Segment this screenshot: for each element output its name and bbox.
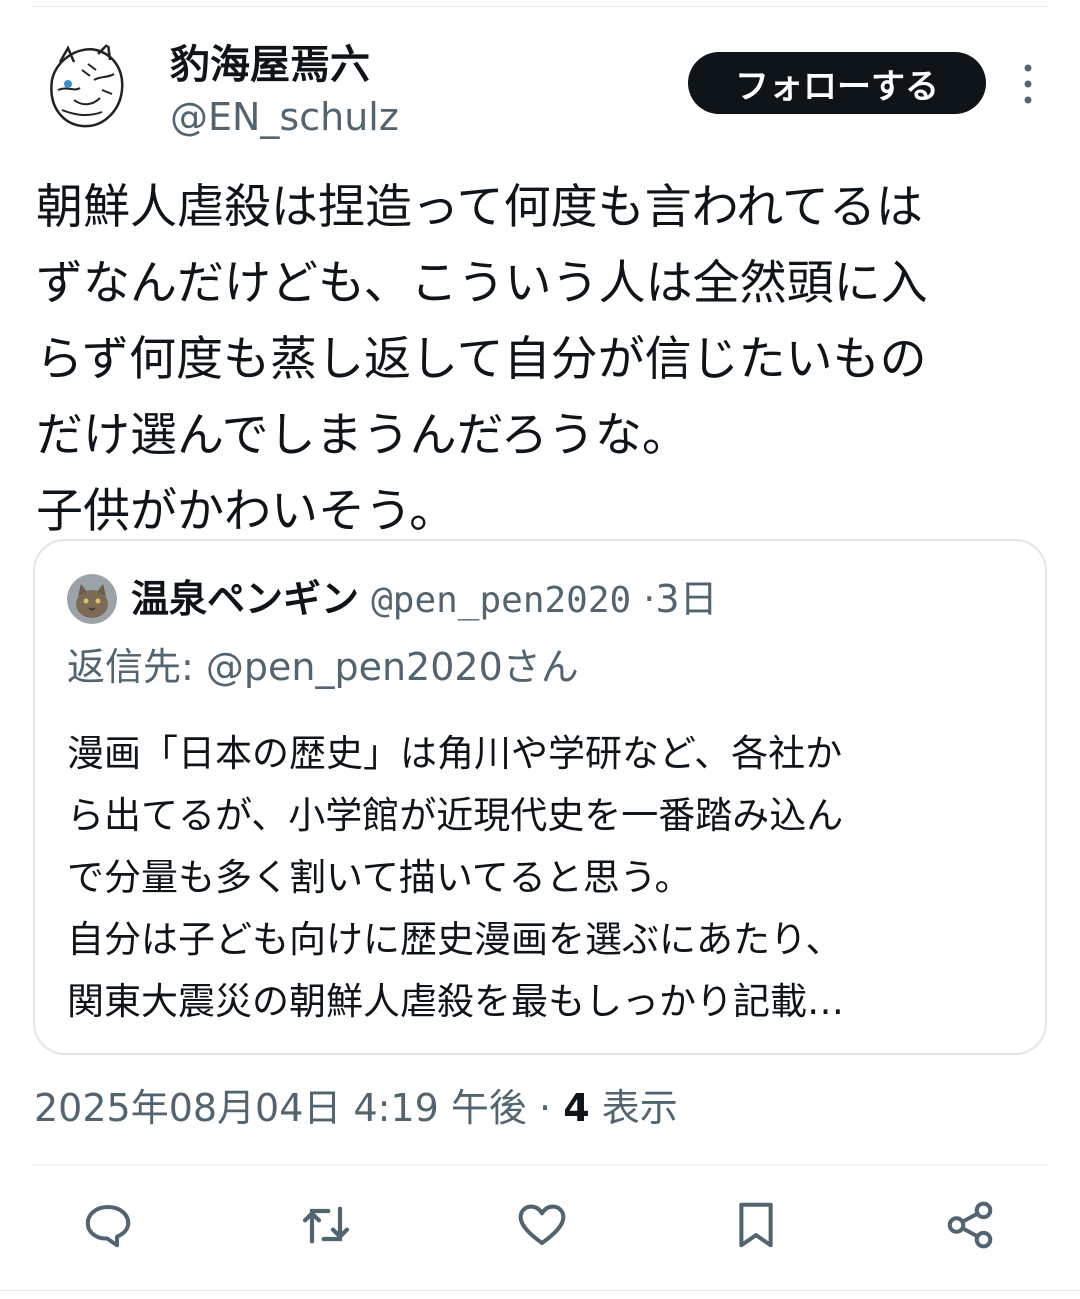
- quoted-tweet-time[interactable]: 3日: [655, 577, 717, 621]
- quoted-author-avatar[interactable]: [67, 574, 117, 624]
- view-count: 4: [563, 1086, 590, 1130]
- bookmark-button[interactable]: [726, 1195, 786, 1255]
- reply-button[interactable]: [78, 1195, 138, 1255]
- more-options-button[interactable]: [1012, 60, 1044, 108]
- quoted-author-handle[interactable]: @pen_pen2020: [371, 580, 631, 621]
- speech-bubble-icon: [85, 1204, 131, 1248]
- meta-separator: ·: [539, 1086, 552, 1130]
- author-avatar[interactable]: [38, 40, 134, 136]
- quoted-tweet-header: 温泉ペンギン @pen_pen2020 ·3日: [131, 571, 718, 629]
- bookmark-icon: [739, 1202, 773, 1248]
- action-bar: [0, 1195, 1080, 1265]
- retweet-icon: [302, 1206, 350, 1244]
- like-button[interactable]: [512, 1195, 572, 1255]
- reply-to-label: 返信先: @pen_pen2020さん: [67, 645, 579, 689]
- header-separator: ·: [643, 577, 656, 621]
- quoted-tweet-text: 漫画「日本の歴史」は角川や学研など、各社か ら出てるが、小学館が近現代史を一番踏…: [67, 732, 844, 1023]
- follow-button[interactable]: フォローする: [688, 52, 986, 114]
- heart-icon: [518, 1204, 566, 1246]
- author-handle[interactable]: @EN_schulz: [170, 94, 399, 140]
- more-vertical-icon: [1024, 64, 1032, 104]
- share-button[interactable]: [940, 1195, 1000, 1255]
- retweet-button[interactable]: [296, 1195, 356, 1255]
- quoted-tweet-card[interactable]: 温泉ペンギン @pen_pen2020 ·3日 返信先: @pen_pen202…: [33, 539, 1047, 1055]
- tweet-meta: 2025年08月04日 4:19 午後 · 4 表示: [34, 1080, 678, 1136]
- tweet-timestamp[interactable]: 2025年08月04日 4:19 午後: [34, 1086, 527, 1130]
- tweet-text: 朝鮮人虐殺は捏造って何度も言われてるは ずなんだけども、こういう人は全然頭に入 …: [36, 180, 928, 539]
- author-display-name[interactable]: 豹海屋焉六: [170, 40, 370, 90]
- bottom-divider: [0, 1290, 1080, 1291]
- tiger-avatar-icon: [50, 41, 124, 128]
- actions-divider: [32, 1164, 1048, 1166]
- view-label: 表示: [601, 1086, 678, 1130]
- share-icon: [947, 1201, 993, 1249]
- cat-avatar-icon: [67, 574, 117, 624]
- quoted-author-name[interactable]: 温泉ペンギン: [131, 577, 359, 621]
- top-divider: [32, 6, 1048, 7]
